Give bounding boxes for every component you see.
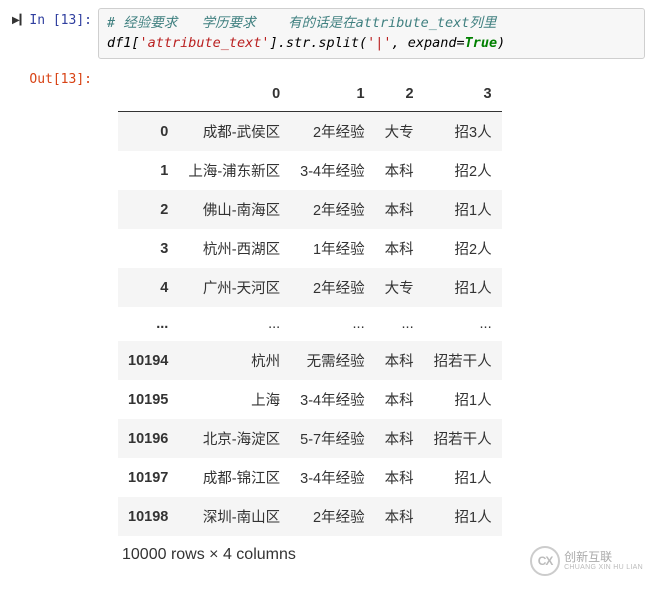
cell: 大专 (375, 268, 424, 307)
cell: 成都-武侯区 (178, 112, 290, 152)
col-header: 2 (375, 77, 424, 112)
cell: 杭州-西湖区 (178, 229, 290, 268)
cell: ... (290, 307, 374, 341)
table-row: 10198深圳-南山区2年经验本科招1人 (118, 497, 502, 536)
cell: 1年经验 (290, 229, 374, 268)
row-index: 4 (118, 268, 178, 307)
code-seg: df1[ (107, 35, 140, 51)
cell: 2年经验 (290, 112, 374, 152)
table-row: 0成都-武侯区2年经验大专招3人 (118, 112, 502, 152)
watermark-logo-icon: CX (530, 546, 560, 576)
cell: 招1人 (424, 458, 502, 497)
cell: 本科 (375, 229, 424, 268)
code-seg: ) (497, 35, 505, 51)
col-header: 1 (290, 77, 374, 112)
row-index: 3 (118, 229, 178, 268)
cell: 上海-浦东新区 (178, 151, 290, 190)
cell: 2年经验 (290, 497, 374, 536)
cell: 杭州 (178, 341, 290, 380)
table-row: 3杭州-西湖区1年经验本科招2人 (118, 229, 502, 268)
cell: 成都-锦江区 (178, 458, 290, 497)
cell: ... (178, 307, 290, 341)
input-cell: ▶▎In [13]: # 经验要求 学历要求 有的话是在attribute_te… (8, 8, 645, 59)
table-row: 10196北京-海淀区5-7年经验本科招若干人 (118, 419, 502, 458)
cell: 3-4年经验 (290, 151, 374, 190)
code-str: 'attribute_text' (140, 35, 270, 51)
cell: 招若干人 (424, 341, 502, 380)
code-input[interactable]: # 经验要求 学历要求 有的话是在attribute_text列里 df1['a… (98, 8, 645, 59)
code-seg: , expand= (392, 35, 465, 51)
in-prompt: ▶▎In [13]: (8, 8, 98, 28)
table-row: 10195上海3-4年经验本科招1人 (118, 380, 502, 419)
cell: 本科 (375, 151, 424, 190)
cell: 3-4年经验 (290, 458, 374, 497)
row-index: 10194 (118, 341, 178, 380)
run-icon[interactable]: ▶▎ (12, 15, 27, 26)
cell: 招1人 (424, 190, 502, 229)
dataframe-table: 0 1 2 3 0成都-武侯区2年经验大专招3人1上海-浦东新区3-4年经验本科… (118, 77, 502, 536)
cell: 招2人 (424, 151, 502, 190)
table-row: 1上海-浦东新区3-4年经验本科招2人 (118, 151, 502, 190)
cell: 大专 (375, 112, 424, 152)
cell: 深圳-南山区 (178, 497, 290, 536)
cell: 2年经验 (290, 268, 374, 307)
cell: ... (375, 307, 424, 341)
col-header: 3 (424, 77, 502, 112)
row-index: 10198 (118, 497, 178, 536)
table-row: 2佛山-南海区2年经验本科招1人 (118, 190, 502, 229)
code-bool: True (465, 35, 498, 51)
index-header (118, 77, 178, 112)
watermark-cn: 创新互联 (564, 551, 643, 564)
table-row: 10194杭州无需经验本科招若干人 (118, 341, 502, 380)
table-row: ............... (118, 307, 502, 341)
cell: 招若干人 (424, 419, 502, 458)
cell: 招3人 (424, 112, 502, 152)
cell: 佛山-南海区 (178, 190, 290, 229)
cell: 广州-天河区 (178, 268, 290, 307)
row-index: ... (118, 307, 178, 341)
row-index: 1 (118, 151, 178, 190)
cell: 招1人 (424, 268, 502, 307)
out-prompt-label: Out[13]: (29, 72, 92, 87)
cell: 招2人 (424, 229, 502, 268)
cell: 3-4年经验 (290, 380, 374, 419)
watermark-py: CHUANG XIN HU LIAN (564, 564, 643, 572)
cell: 本科 (375, 190, 424, 229)
cell: 本科 (375, 380, 424, 419)
row-index: 10195 (118, 380, 178, 419)
cell: ... (424, 307, 502, 341)
cell: 上海 (178, 380, 290, 419)
watermark: CX 创新互联 CHUANG XIN HU LIAN (530, 546, 643, 576)
output-area: 0 1 2 3 0成都-武侯区2年经验大专招3人1上海-浦东新区3-4年经验本科… (98, 67, 645, 566)
output-cell: Out[13]: 0 1 2 3 0成都-武侯区2年经验大专招3人1上海-浦东新… (8, 67, 645, 566)
cell: 本科 (375, 497, 424, 536)
table-row: 4广州-天河区2年经验大专招1人 (118, 268, 502, 307)
code-seg: ].str.split( (270, 35, 368, 51)
cell: 北京-海淀区 (178, 419, 290, 458)
in-prompt-label: In [13]: (29, 13, 92, 28)
cell: 无需经验 (290, 341, 374, 380)
row-index: 0 (118, 112, 178, 152)
cell: 2年经验 (290, 190, 374, 229)
row-index: 2 (118, 190, 178, 229)
cell: 本科 (375, 419, 424, 458)
cell: 5-7年经验 (290, 419, 374, 458)
out-prompt: Out[13]: (8, 67, 98, 87)
code-comment: # 经验要求 学历要求 有的话是在attribute_text列里 (107, 15, 496, 31)
col-header: 0 (178, 77, 290, 112)
table-row: 10197成都-锦江区3-4年经验本科招1人 (118, 458, 502, 497)
cell: 招1人 (424, 497, 502, 536)
code-str: '|' (367, 35, 391, 51)
cell: 本科 (375, 341, 424, 380)
row-index: 10196 (118, 419, 178, 458)
cell: 本科 (375, 458, 424, 497)
row-index: 10197 (118, 458, 178, 497)
cell: 招1人 (424, 380, 502, 419)
